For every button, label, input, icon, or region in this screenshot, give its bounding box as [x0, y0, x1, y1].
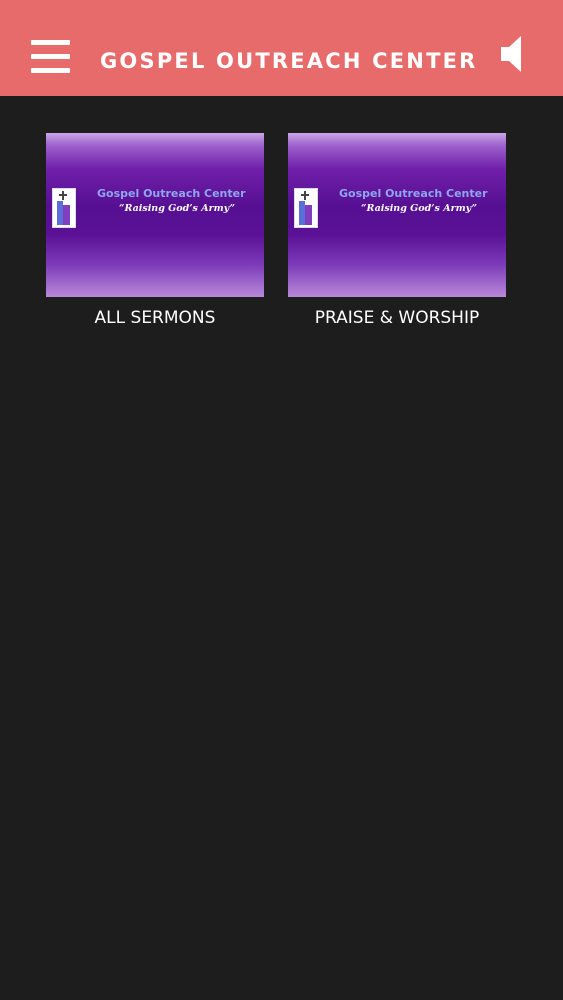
tile-all-sermons[interactable]: Gospel Outreach Center “Raising God’s Ar… [46, 133, 264, 328]
church-logo-glyph [299, 191, 312, 225]
thumbnail-tagline: “Raising God’s Army” [119, 203, 235, 214]
church-logo-glyph [57, 191, 70, 225]
thumbnail-church-name: Gospel Outreach Center [97, 187, 246, 200]
top-app-bar: GOSPEL OUTREACH CENTER [0, 0, 563, 96]
menu-bar-middle [31, 54, 70, 59]
speaker-icon[interactable] [497, 34, 529, 74]
hamburger-menu-icon[interactable] [31, 40, 70, 73]
church-logo-icon [52, 188, 76, 228]
app-screen: GOSPEL OUTREACH CENTER Gospel Outreach C… [0, 0, 563, 1000]
thumbnail-tagline: “Raising God’s Army” [361, 203, 477, 214]
tile-praise-worship[interactable]: Gospel Outreach Center “Raising God’s Ar… [288, 133, 506, 328]
tile-thumbnail: Gospel Outreach Center “Raising God’s Ar… [288, 133, 506, 297]
tile-label: ALL SERMONS [94, 308, 216, 328]
app-title: GOSPEL OUTREACH CENTER [100, 49, 478, 73]
menu-bar-bottom [31, 68, 70, 73]
speaker-glyph [501, 36, 521, 72]
tile-thumbnail: Gospel Outreach Center “Raising God’s Ar… [46, 133, 264, 297]
tile-label: PRAISE & WORSHIP [314, 308, 480, 328]
church-logo-icon [294, 188, 318, 228]
menu-bar-top [31, 40, 70, 45]
thumbnail-church-name: Gospel Outreach Center [339, 187, 488, 200]
